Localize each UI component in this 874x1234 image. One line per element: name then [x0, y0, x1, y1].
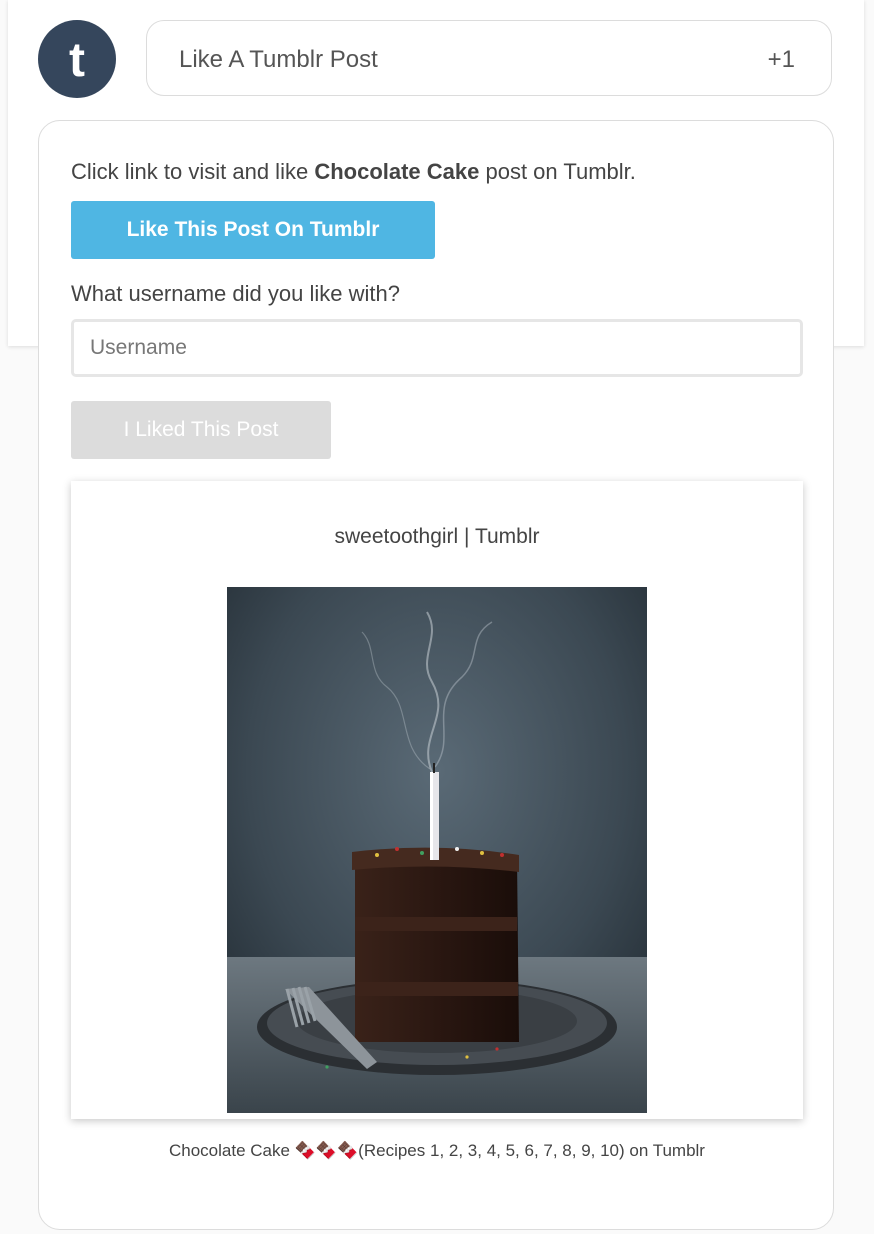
- post-image[interactable]: [227, 587, 647, 1113]
- logo-letter: t: [69, 34, 85, 87]
- embed-title: sweetoothgirl | Tumblr: [334, 525, 540, 548]
- like-post-button[interactable]: Like This Post On Tumblr: [71, 201, 435, 259]
- task-header: Like A Tumblr Post +1: [146, 20, 832, 96]
- instruction-suffix: post on Tumblr.: [479, 159, 636, 184]
- liked-post-button[interactable]: I Liked This Post: [71, 401, 331, 459]
- username-question: What username did you like with?: [71, 281, 400, 306]
- task-card: Click link to visit and like Chocolate C…: [38, 120, 834, 1230]
- post-name: Chocolate Cake: [314, 159, 480, 184]
- task-title: Like A Tumblr Post: [179, 46, 378, 73]
- tumblr-logo-icon: t: [38, 20, 116, 98]
- tumblr-embed[interactable]: sweetoothgirl | Tumblr: [71, 481, 803, 1119]
- task-points: +1: [767, 46, 795, 73]
- chocolate-cake-photo: [227, 587, 647, 1113]
- instruction-prefix: Click link to visit and like: [71, 159, 315, 184]
- embed-caption: Chocolate Cake 🍫🍫🍫(Recipes 1, 2, 3, 4, 5…: [169, 1141, 705, 1160]
- instruction-text: Click link to visit and like Chocolate C…: [71, 159, 636, 185]
- tumblr-t-glyph: t: [69, 34, 85, 87]
- username-input[interactable]: [71, 319, 803, 377]
